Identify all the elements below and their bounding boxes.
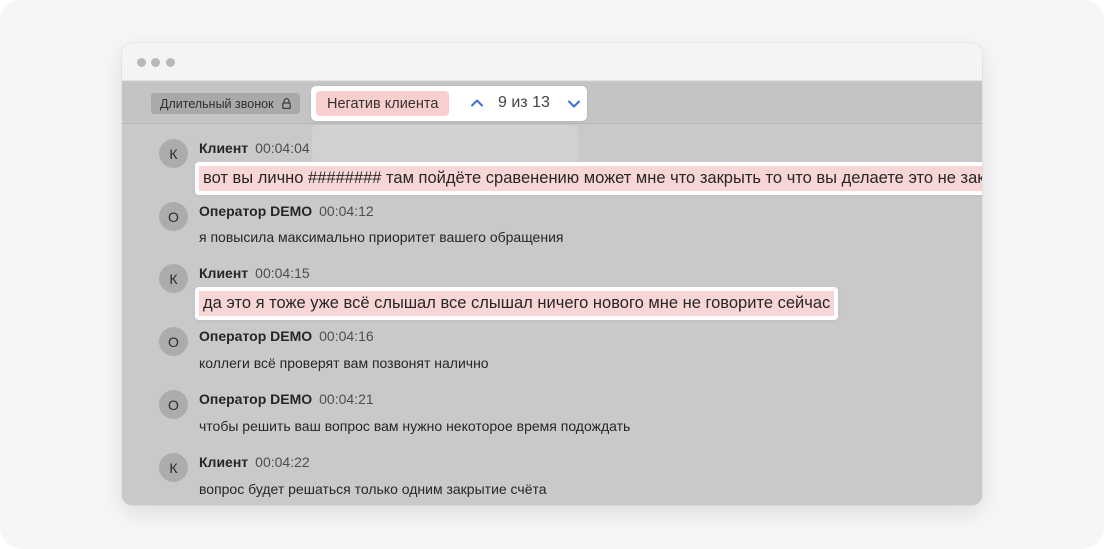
message-time: 00:04:22 bbox=[255, 454, 310, 470]
message-text: я повысила максимально приоритет вашего … bbox=[199, 229, 564, 245]
message-author: Оператор DEMO 00:04:16 bbox=[199, 328, 374, 344]
long-call-tag[interactable]: Длительный звонок bbox=[151, 93, 300, 114]
call-toolbar: Длительный звонок Негатив клиента 9 из 1… bbox=[122, 82, 982, 124]
negative-client-tag-label: Негатив клиента bbox=[327, 95, 439, 112]
lock-icon bbox=[281, 98, 291, 109]
window-control-maximize[interactable] bbox=[166, 58, 175, 67]
message-author: Оператор DEMO 00:04:21 bbox=[199, 391, 374, 407]
message-time: 00:04:04 bbox=[255, 140, 310, 156]
highlighted-message-box[interactable]: вот вы лично ######## там пойдёте сравен… bbox=[195, 162, 982, 195]
avatar: О bbox=[159, 390, 188, 419]
author-name: Клиент bbox=[199, 265, 249, 281]
author-name: Клиент bbox=[199, 454, 249, 470]
message-author: Клиент 00:04:15 bbox=[199, 265, 310, 281]
message-text: вот вы лично ######## там пойдёте сравен… bbox=[199, 166, 982, 191]
avatar: К bbox=[159, 453, 188, 482]
message-time: 00:04:21 bbox=[319, 391, 374, 407]
message-text: чтобы решить ваш вопрос вам нужно некото… bbox=[199, 418, 631, 434]
message-time: 00:04:16 bbox=[319, 328, 374, 344]
author-name: Оператор DEMO bbox=[199, 391, 313, 407]
highlighted-message-box[interactable]: да это я тоже уже всё слышал все слышал … bbox=[195, 287, 839, 320]
chevron-up-icon[interactable] bbox=[468, 94, 486, 112]
avatar: О bbox=[159, 327, 188, 356]
author-name: Оператор DEMO bbox=[199, 328, 313, 344]
avatar: К bbox=[159, 264, 188, 293]
window-control-minimize[interactable] bbox=[151, 58, 160, 67]
chevron-down-icon[interactable] bbox=[565, 95, 583, 113]
message-text: коллеги всё проверят вам позвонят наличн… bbox=[199, 355, 489, 371]
message-text: вопрос будет решаться только одним закры… bbox=[199, 481, 547, 497]
long-call-tag-label: Длительный звонок bbox=[160, 96, 274, 111]
avatar: К bbox=[159, 139, 188, 168]
message-author: Клиент 00:04:04 bbox=[199, 140, 310, 156]
transcript: К Клиент 00:04:04 вот вы лично ######## т… bbox=[122, 125, 982, 505]
author-name: Клиент bbox=[199, 140, 249, 156]
message-time: 00:04:12 bbox=[319, 203, 374, 219]
author-name: Оператор DEMO bbox=[199, 203, 313, 219]
match-counter: 9 из 13 bbox=[498, 94, 550, 111]
negative-client-tag[interactable]: Негатив клиента bbox=[316, 91, 450, 116]
message-author: Оператор DEMO 00:04:12 bbox=[199, 203, 374, 219]
message-time: 00:04:15 bbox=[255, 265, 310, 281]
message-text: да это я тоже уже всё слышал все слышал … bbox=[199, 291, 835, 316]
avatar: О bbox=[159, 202, 188, 231]
tag-search-navigator: Негатив клиента 9 из 13 bbox=[311, 86, 587, 121]
app-window: Длительный звонок Негатив клиента 9 из 1… bbox=[122, 43, 982, 505]
window-titlebar bbox=[122, 43, 982, 81]
message-author: Клиент 00:04:22 bbox=[199, 454, 310, 470]
window-control-close[interactable] bbox=[137, 58, 146, 67]
